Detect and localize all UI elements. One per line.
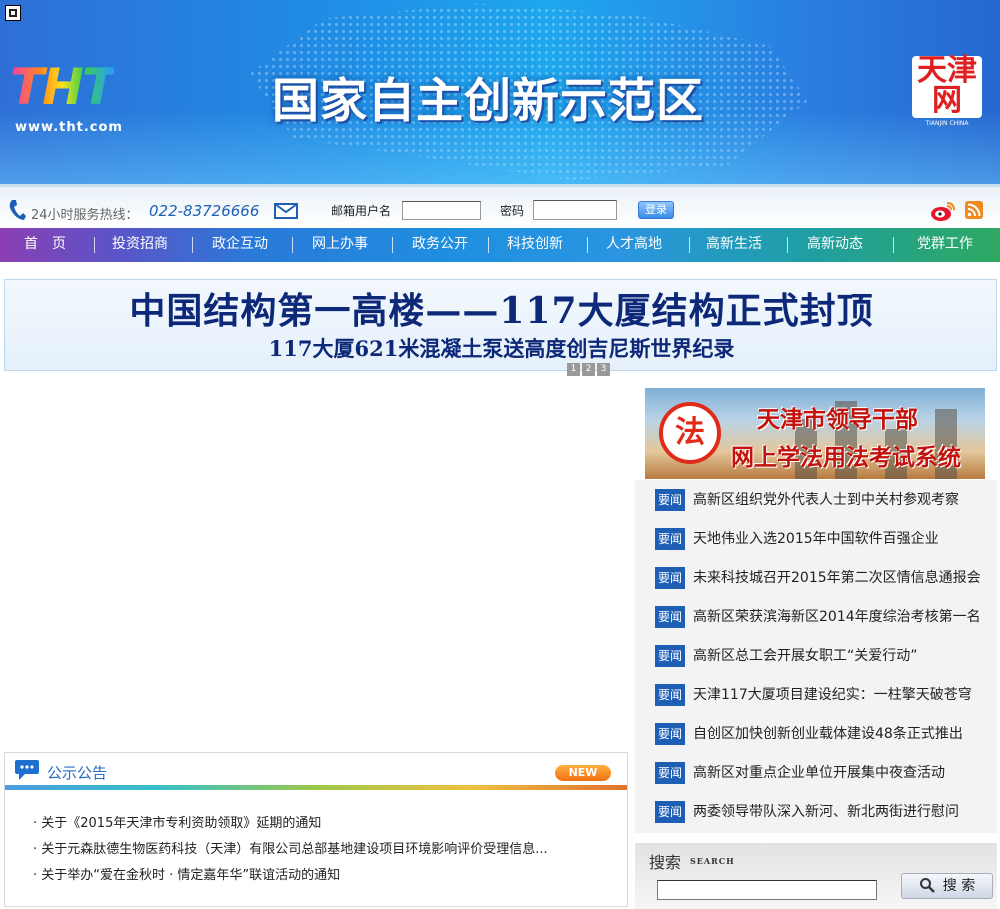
law-exam-logo-char: 法 bbox=[675, 415, 705, 450]
nav-item-gov-affairs[interactable]: 政务公开 bbox=[412, 228, 468, 262]
search-button[interactable]: 搜 索 bbox=[901, 873, 993, 899]
news-list: 要闻 高新区组织党外代表人士到中关村参观考察 要闻 天地伟业入选2015年中国软… bbox=[635, 480, 997, 833]
nav-separator bbox=[292, 237, 293, 253]
weibo-icon[interactable] bbox=[930, 200, 956, 222]
nav-item-talent[interactable]: 人才高地 bbox=[606, 228, 662, 262]
news-title[interactable]: 高新区总工会开展女职工“关爱行动” bbox=[693, 645, 918, 667]
news-title[interactable]: 天地伟业入选2015年中国软件百强企业 bbox=[693, 528, 939, 550]
search-input[interactable] bbox=[657, 880, 877, 900]
news-title[interactable]: 自创区加快创新创业载体建设48条正式推出 bbox=[693, 723, 963, 745]
notice-panel: 公示公告 NEW · 关于《2015年天津市专利资助领取》延期的通知 · 关于元… bbox=[4, 752, 628, 907]
search-box: 搜索 SEARCH 搜 索 bbox=[635, 843, 997, 909]
nav-separator bbox=[893, 237, 894, 253]
slide-pager: 1 2 3 bbox=[567, 363, 612, 376]
service-bar: 24小时服务热线： 022-83726666 邮箱用户名 密码 登录 bbox=[0, 184, 1000, 228]
chat-bubble-icon bbox=[15, 760, 39, 780]
phone-icon bbox=[9, 200, 26, 220]
law-exam-logo: 法 bbox=[659, 402, 721, 464]
notice-list: · 关于《2015年天津市专利资助领取》延期的通知 · 关于元森肽德生物医药科技… bbox=[33, 811, 548, 889]
slogan-line-2: 117大厦621米混凝土泵送高度创吉尼斯世界纪录 bbox=[268, 336, 735, 361]
nav-separator bbox=[192, 237, 193, 253]
search-label-en: SEARCH bbox=[690, 856, 735, 866]
nav-separator bbox=[787, 237, 788, 253]
search-button-label: 搜 索 bbox=[942, 878, 976, 894]
law-exam-banner[interactable]: 法 天津市领导干部 网上学法用法考试系统 bbox=[645, 388, 985, 479]
notice-header: 公示公告 NEW bbox=[5, 753, 627, 790]
tianjin-net-logo-subtext: TIANJIN CHINA bbox=[925, 120, 969, 127]
nav-item-investment[interactable]: 投资招商 bbox=[112, 228, 168, 262]
main-nav: 首 页 投资招商 政企互动 网上办事 政务公开 科技创新 人才高地 高新生活 高… bbox=[0, 228, 1000, 262]
nav-separator bbox=[587, 237, 588, 253]
password-input[interactable] bbox=[533, 200, 617, 220]
news-title[interactable]: 未来科技城召开2015年第二次区情信息通报会 bbox=[693, 567, 981, 589]
new-badge: NEW bbox=[555, 765, 611, 781]
notice-title: 公示公告 bbox=[47, 764, 108, 782]
law-exam-title-1: 天津市领导干部 bbox=[757, 406, 918, 433]
news-title[interactable]: 两委领导带队深入新河、新北两街进行慰问 bbox=[693, 801, 959, 823]
search-label: 搜索 bbox=[649, 853, 682, 872]
nav-separator bbox=[94, 237, 95, 253]
notice-item[interactable]: · 关于元森肽德生物医药科技（天津）有限公司总部基地建设项目环境影响评价受理信息… bbox=[33, 837, 548, 863]
slogan-banner[interactable]: 中国结构第一高楼——117大厦结构正式封顶 117大厦621米混凝土泵送高度创吉… bbox=[4, 279, 997, 371]
nav-separator bbox=[488, 237, 489, 253]
nav-separator bbox=[689, 237, 690, 253]
nav-item-interaction[interactable]: 政企互动 bbox=[212, 228, 268, 262]
news-title[interactable]: 高新区对重点企业单位开展集中夜查活动 bbox=[693, 762, 945, 784]
portal-page: THT www.tht.com 国家自主创新示范区 天津网 TIANJIN CH… bbox=[0, 0, 1000, 909]
news-tag: 要闻 bbox=[655, 489, 685, 511]
tht-logo[interactable]: THT bbox=[10, 62, 116, 112]
search-magnifier-icon bbox=[919, 878, 935, 893]
qr-code-icon[interactable] bbox=[5, 5, 21, 21]
news-tag: 要闻 bbox=[655, 762, 685, 784]
news-tag: 要闻 bbox=[655, 684, 685, 706]
tianjin-net-logo[interactable]: 天津网 TIANJIN CHINA bbox=[912, 56, 982, 130]
news-tag: 要闻 bbox=[655, 606, 685, 628]
nav-item-life[interactable]: 高新生活 bbox=[706, 228, 762, 262]
tht-logo-url: www.tht.com bbox=[15, 120, 123, 135]
news-tag: 要闻 bbox=[655, 645, 685, 667]
hotline-number: 022-83726666 bbox=[149, 202, 260, 220]
news-tag: 要闻 bbox=[655, 723, 685, 745]
nav-item-tech-innovation[interactable]: 科技创新 bbox=[507, 228, 563, 262]
mail-user-input[interactable] bbox=[402, 201, 481, 220]
slide-page-2[interactable]: 2 bbox=[582, 363, 595, 376]
slide-page-1[interactable]: 1 bbox=[567, 363, 580, 376]
mail-icon[interactable] bbox=[274, 203, 298, 219]
news-tag: 要闻 bbox=[655, 567, 685, 589]
nav-item-news[interactable]: 高新动态 bbox=[807, 228, 863, 262]
news-title[interactable]: 高新区组织党外代表人士到中关村参观考察 bbox=[693, 489, 959, 511]
news-tag: 要闻 bbox=[655, 801, 685, 823]
notice-rainbow-bar bbox=[5, 785, 627, 790]
notice-item[interactable]: · 关于举办“爱在金秋时 · 情定嘉年华”联谊活动的通知 bbox=[33, 863, 548, 889]
notice-item[interactable]: · 关于《2015年天津市专利资助领取》延期的通知 bbox=[33, 811, 548, 837]
login-button[interactable]: 登录 bbox=[638, 201, 674, 219]
law-exam-title-2: 网上学法用法考试系统 bbox=[731, 444, 961, 471]
news-title[interactable]: 高新区荣获滨海新区2014年度综治考核第一名 bbox=[693, 606, 981, 628]
banner-title: 国家自主创新示范区 bbox=[272, 74, 704, 129]
password-label: 密码 bbox=[500, 204, 525, 218]
tianjin-net-logo-mark: 天津网 bbox=[912, 56, 982, 118]
news-tag: 要闻 bbox=[655, 528, 685, 550]
slogan-line-1: 中国结构第一高楼——117大厦结构正式封顶 bbox=[129, 290, 874, 332]
nav-item-online-service[interactable]: 网上办事 bbox=[312, 228, 368, 262]
header-banner: THT www.tht.com 国家自主创新示范区 天津网 TIANJIN CH… bbox=[0, 0, 1000, 184]
hotline-label: 24小时服务热线： bbox=[31, 208, 139, 223]
nav-item-party[interactable]: 党群工作 bbox=[917, 228, 973, 262]
slide-page-3[interactable]: 3 bbox=[597, 363, 610, 376]
rss-icon[interactable] bbox=[965, 201, 983, 219]
mail-user-label: 邮箱用户名 bbox=[331, 204, 392, 218]
nav-item-home[interactable]: 首 页 bbox=[24, 228, 66, 262]
nav-separator bbox=[392, 237, 393, 253]
news-title[interactable]: 天津117大厦项目建设纪实：一柱擎天破苍穹 bbox=[693, 684, 972, 706]
